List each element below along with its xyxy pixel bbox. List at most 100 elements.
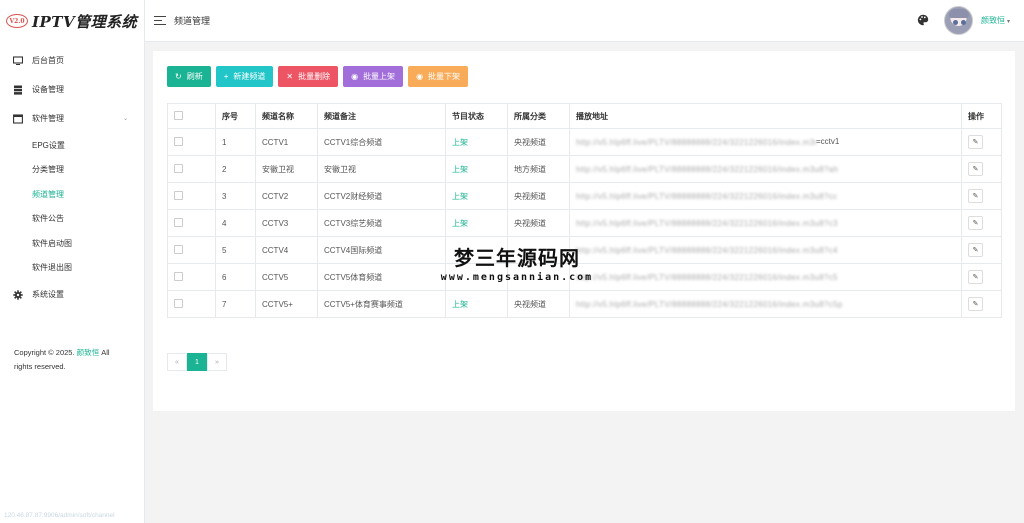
username: 颜致恒 <box>981 16 1005 25</box>
batch-down-button[interactable]: ◉ 批量下架 <box>408 66 469 87</box>
cell-note: CCTV5+体育赛事频道 <box>317 290 446 318</box>
add-channel-button[interactable]: + 新建频道 <box>215 66 274 87</box>
batch-up-button[interactable]: ◉ 批量上架 <box>343 66 404 87</box>
cell-action: ✎ <box>961 209 1002 237</box>
add-label: 新建频道 <box>233 72 266 81</box>
cell-action: ✎ <box>961 128 1002 156</box>
select-all-checkbox[interactable] <box>174 110 183 120</box>
cell-status <box>445 236 508 264</box>
row-checkbox[interactable] <box>174 136 183 146</box>
cell-num: 1 <box>215 128 256 156</box>
cell-name: CCTV5+ <box>255 290 318 318</box>
row-checkbox[interactable] <box>174 298 183 308</box>
cell-url: http://v5.hlp6ff.live/PLTV/88888888/224/… <box>569 209 962 237</box>
column-header[interactable]: 频道备注 <box>317 103 446 129</box>
cell-status: 上架 <box>445 290 508 318</box>
channel-table: 序号 频道名称 频道备注 节目状态 所属分类 播放地址 操作 1 CCTV1 CCT… <box>167 103 1002 318</box>
column-header[interactable]: 频道名称 <box>255 103 318 129</box>
submenu-categories[interactable]: 分类管理 <box>32 158 144 183</box>
edit-pencil-icon[interactable]: ✎ <box>968 162 983 176</box>
table-row[interactable]: 5 CCTV4 CCTV4国际频道 http://v5.hlp6ff.live/PLT… <box>167 236 1002 264</box>
sidebar-item-devices[interactable]: 设备管理 <box>0 75 144 104</box>
submenu-announcements[interactable]: 软件公告 <box>32 207 144 232</box>
sidebar-item-label: 后台首页 <box>32 56 64 65</box>
column-header[interactable]: 播放地址 <box>569 103 962 129</box>
row-checkbox[interactable] <box>174 163 183 173</box>
row-checkbox[interactable] <box>174 244 183 254</box>
url-text: http://v5.hlp6ff.live/PLTV/88888888/224/… <box>576 245 838 255</box>
pagination-next[interactable]: » <box>207 353 227 371</box>
cell-action: ✎ <box>961 263 1002 291</box>
cell-name: CCTV2 <box>255 182 318 210</box>
url-text: http://v5.hlp6ff.live/PLTV/88888888/224/… <box>576 218 838 228</box>
user-menu[interactable]: 颜致恒 ▾ <box>981 15 1010 26</box>
url-text: http://v5.hlp6ff.live/PLTV/88888888/224/… <box>576 272 838 282</box>
edit-pencil-icon[interactable]: ✎ <box>968 243 983 257</box>
edit-pencil-icon[interactable]: ✎ <box>968 135 983 149</box>
submenu-channels[interactable]: 频道管理 <box>32 182 144 207</box>
cell-status: 上架 <box>445 182 508 210</box>
table-row[interactable]: 7 CCTV5+ CCTV5+体育赛事频道 上架 央视频道 http://v5.hlp6f… <box>167 290 1002 318</box>
cell-action: ✎ <box>961 182 1002 210</box>
copyright-author-link[interactable]: 颜致恒 <box>77 348 100 357</box>
row-select-cell <box>167 155 216 183</box>
row-select-cell <box>167 290 216 318</box>
cell-status <box>445 263 508 291</box>
toolbar: ↻ 刷新 + 新建频道 ✕ 批量删除 ◉ 批量上架 ◉ 批量下架 <box>167 66 469 87</box>
row-select-cell <box>167 236 216 264</box>
row-select-cell <box>167 263 216 291</box>
copyright: Copyright © 2025. 颜致恒 All rights reserve… <box>14 346 126 374</box>
column-header[interactable]: 所属分类 <box>507 103 570 129</box>
cell-num: 3 <box>215 182 256 210</box>
sidebar-item-settings[interactable]: 系统设置 <box>0 280 144 309</box>
row-checkbox[interactable] <box>174 190 183 200</box>
cell-name: CCTV3 <box>255 209 318 237</box>
submenu-exit-image[interactable]: 软件退出图 <box>32 256 144 281</box>
pagination-page[interactable]: 1 <box>187 353 207 371</box>
edit-pencil-icon[interactable]: ✎ <box>968 189 983 203</box>
edit-pencil-icon[interactable]: ✎ <box>968 297 983 311</box>
batch-delete-button[interactable]: ✕ 批量删除 <box>278 66 339 87</box>
select-all-cell <box>167 103 216 129</box>
cell-num: 6 <box>215 263 256 291</box>
sidebar-item-software[interactable]: 软件管理 ⌄ <box>0 104 144 133</box>
edit-pencil-icon[interactable]: ✎ <box>968 270 983 284</box>
refresh-button[interactable]: ↻ 刷新 <box>167 66 211 87</box>
table-row[interactable]: 3 CCTV2 CCTV2财经频道 上架 央视频道 http://v5.hlp6ff.li… <box>167 182 1002 210</box>
submenu-epg[interactable]: EPG设置 <box>32 133 144 158</box>
sidebar-item-dashboard[interactable]: 后台首页 <box>0 46 144 75</box>
table-row[interactable]: 4 CCTV3 CCTV3综艺频道 上架 央视频道 http://v5.hlp6ff.li… <box>167 209 1002 237</box>
cell-url: http://v5.hlp6ff.live/PLTV/88888888/224/… <box>569 263 962 291</box>
row-checkbox[interactable] <box>174 217 183 227</box>
batch-delete-label: 批量删除 <box>298 72 331 81</box>
cell-note: CCTV3综艺频道 <box>317 209 446 237</box>
cell-name: CCTV1 <box>255 128 318 156</box>
cell-url: http://v5.hlp6ff.live/PLTV/88888888/224/… <box>569 182 962 210</box>
menu-toggle-icon[interactable] <box>154 15 166 26</box>
table-row[interactable]: 1 CCTV1 CCTV1综合频道 上架 央视频道 http://v5.hlp6ff.li… <box>167 128 1002 156</box>
row-checkbox[interactable] <box>174 271 183 281</box>
pagination-prev[interactable]: « <box>167 353 187 371</box>
edit-pencil-icon[interactable]: ✎ <box>968 216 983 230</box>
cell-note: CCTV1综合频道 <box>317 128 446 156</box>
cell-note: CCTV5体育频道 <box>317 263 446 291</box>
column-header[interactable]: 节目状态 <box>445 103 508 129</box>
cell-category: 地方频道 <box>507 155 570 183</box>
cell-name: CCTV5 <box>255 263 318 291</box>
palette-icon[interactable] <box>917 14 929 26</box>
table-row[interactable]: 2 安徽卫视 安徽卫视 上架 地方频道 http://v5.hlp6ff.live/PLT… <box>167 155 1002 183</box>
column-header[interactable]: 操作 <box>961 103 1002 129</box>
brand[interactable]: V2.0 IPTV管理系统 <box>0 0 144 42</box>
cell-action: ✎ <box>961 236 1002 264</box>
cell-num: 4 <box>215 209 256 237</box>
pagination: « 1 » <box>167 353 227 371</box>
url-text: http://v5.hlp6ff.live/PLTV/88888888/224/… <box>576 137 816 147</box>
cell-status: 上架 <box>445 155 508 183</box>
cell-num: 2 <box>215 155 256 183</box>
table-row[interactable]: 6 CCTV5 CCTV5体育频道 http://v5.hlp6ff.live/PLT… <box>167 263 1002 291</box>
avatar[interactable] <box>944 6 973 35</box>
submenu-splash[interactable]: 软件启动图 <box>32 231 144 256</box>
batch-up-label: 批量上架 <box>363 72 396 81</box>
column-header[interactable]: 序号 <box>215 103 256 129</box>
row-select-cell <box>167 182 216 210</box>
